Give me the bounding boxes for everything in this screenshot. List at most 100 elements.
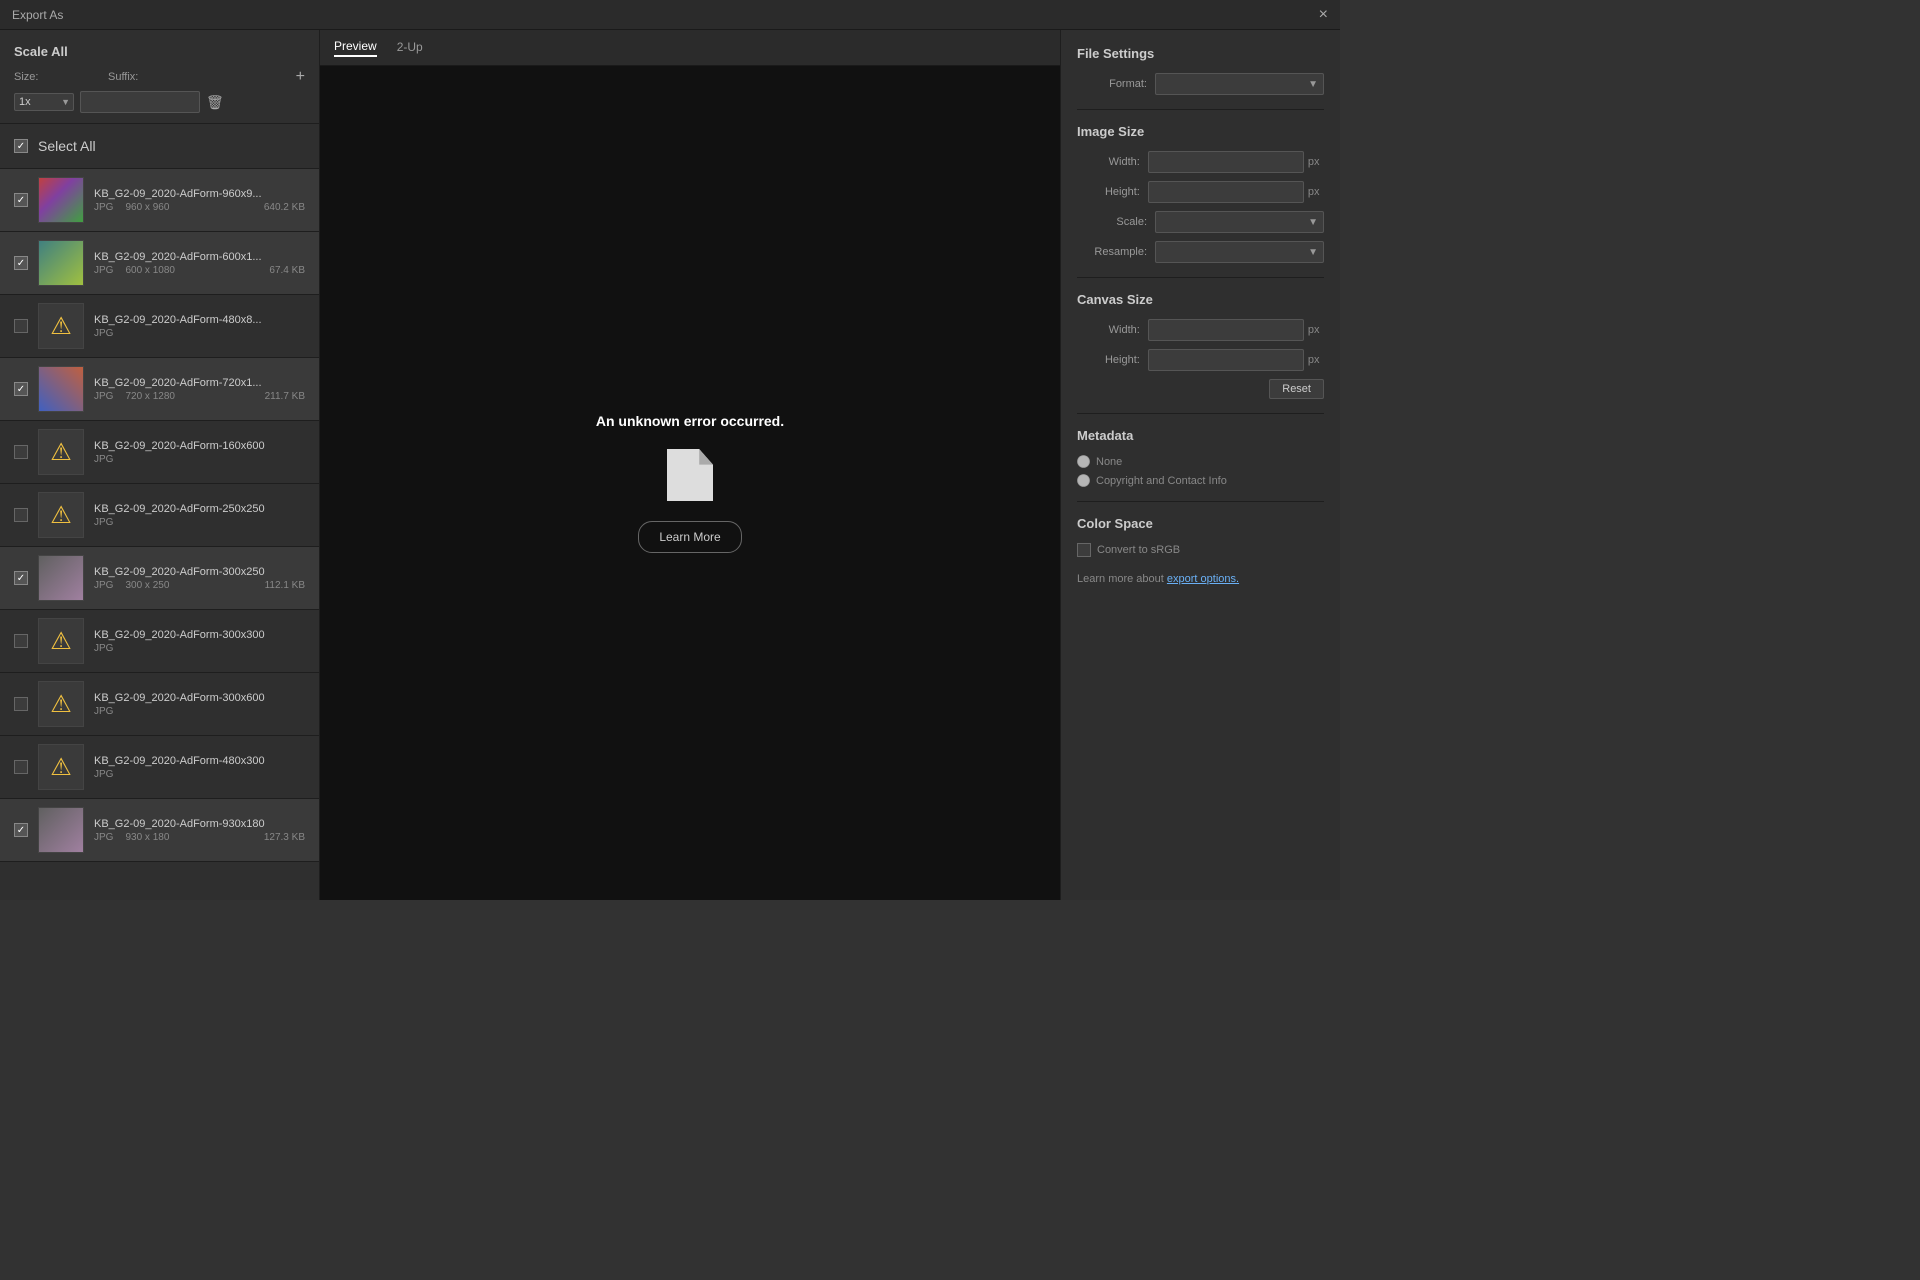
select-all-checkbox[interactable] [14, 139, 28, 153]
tab-2up[interactable]: 2-Up [397, 40, 423, 56]
metadata-title: Metadata [1077, 428, 1324, 443]
canvas-width-input[interactable] [1148, 319, 1304, 341]
item-list: KB_G2-09_2020-AdForm-960x9...JPG960 x 96… [0, 169, 319, 900]
item-checkbox[interactable] [14, 508, 28, 522]
size-label: Size: [14, 71, 42, 83]
select-all-row[interactable]: Select All [0, 124, 319, 169]
metadata-none-row[interactable]: None [1077, 455, 1324, 468]
thumbnail-image [39, 367, 83, 411]
export-options-link[interactable]: export options. [1167, 573, 1239, 585]
item-thumbnail: ⚠ [38, 492, 84, 538]
item-meta: JPG [94, 769, 305, 780]
list-item[interactable]: ⚠KB_G2-09_2020-AdForm-160x600JPG [0, 421, 319, 484]
list-item[interactable]: KB_G2-09_2020-AdForm-720x1...JPG720 x 12… [0, 358, 319, 421]
list-item[interactable]: KB_G2-09_2020-AdForm-930x180JPG930 x 180… [0, 799, 319, 862]
metadata-none-radio[interactable] [1077, 455, 1090, 468]
list-item[interactable]: ⚠KB_G2-09_2020-AdForm-480x8...JPG [0, 295, 319, 358]
item-type: JPG [94, 454, 113, 465]
item-name: KB_G2-09_2020-AdForm-300x300 [94, 629, 305, 641]
item-checkbox[interactable] [14, 571, 28, 585]
item-meta: JPG [94, 454, 305, 465]
trash-button[interactable]: 🗑 [206, 94, 224, 111]
format-label: Format: [1077, 78, 1147, 90]
item-checkbox[interactable] [14, 445, 28, 459]
metadata-copyright-row[interactable]: Copyright and Contact Info [1077, 474, 1324, 487]
canvas-height-input[interactable] [1148, 349, 1304, 371]
item-type: JPG [94, 265, 113, 276]
close-button[interactable]: × [1319, 7, 1328, 23]
list-item[interactable]: ⚠KB_G2-09_2020-AdForm-250x250JPG [0, 484, 319, 547]
item-meta: JPG960 x 960640.2 KB [94, 202, 305, 213]
preview-area: An unknown error occurred. Learn More [320, 66, 1060, 900]
list-item[interactable]: ⚠ KB_G2-09_2020-AdForm-300x300 JPG [0, 610, 319, 673]
item-thumbnail [38, 240, 84, 286]
list-item[interactable]: ⚠ KB_G2-09_2020-AdForm-300x600JPG [0, 673, 319, 736]
list-item[interactable]: KB_G2-09_2020-AdForm-600x1... JPG 600 x 10… [0, 232, 319, 295]
suffix-input[interactable] [80, 91, 200, 113]
right-panel: File Settings Format: ▼ Image Size Width… [1060, 30, 1340, 900]
color-space-title: Color Space [1077, 516, 1324, 531]
file-icon [667, 449, 713, 501]
add-button[interactable]: + [296, 69, 305, 85]
metadata-copyright-radio[interactable] [1077, 474, 1090, 487]
item-thumbnail: ⚠ [38, 303, 84, 349]
canvas-height-unit: px [1308, 354, 1324, 366]
scale-all-section: Scale All Size: Suffix: + 1x 0.5x 2x 3x … [0, 30, 319, 124]
item-checkbox[interactable] [14, 697, 28, 711]
convert-srgb-row[interactable]: Convert to sRGB [1077, 543, 1324, 557]
img-width-input[interactable] [1148, 151, 1304, 173]
convert-srgb-label: Convert to sRGB [1097, 544, 1180, 556]
learn-more-button[interactable]: Learn More [638, 521, 741, 553]
item-checkbox[interactable] [14, 256, 28, 270]
item-thumbnail: ⚠ [38, 618, 84, 664]
learn-more-prefix: Learn more about [1077, 573, 1164, 585]
tab-preview[interactable]: Preview [334, 39, 377, 57]
convert-srgb-checkbox[interactable] [1077, 543, 1091, 557]
item-name: KB_G2-09_2020-AdForm-160x600 [94, 440, 305, 452]
item-dims: 300 x 250 [125, 580, 169, 591]
select-all-label: Select All [38, 138, 96, 154]
resample-select[interactable] [1155, 241, 1324, 263]
item-meta: JPG [94, 643, 305, 654]
item-checkbox[interactable] [14, 193, 28, 207]
canvas-width-unit: px [1308, 324, 1324, 336]
item-info: KB_G2-09_2020-AdForm-960x9...JPG960 x 96… [94, 188, 305, 213]
item-checkbox[interactable] [14, 760, 28, 774]
scale-select[interactable] [1155, 211, 1324, 233]
item-thumbnail: ⚠ [38, 681, 84, 727]
item-type: JPG [94, 202, 113, 213]
item-type: JPG [94, 769, 113, 780]
list-item[interactable]: KB_G2-09_2020-AdForm-960x9...JPG960 x 96… [0, 169, 319, 232]
list-item[interactable]: ⚠KB_G2-09_2020-AdForm-480x300JPG [0, 736, 319, 799]
format-select[interactable] [1155, 73, 1324, 95]
item-thumbnail [38, 177, 84, 223]
size-select[interactable]: 1x 0.5x 2x 3x 4x [14, 93, 74, 111]
error-message: An unknown error occurred. [596, 413, 784, 429]
item-checkbox[interactable] [14, 823, 28, 837]
item-checkbox[interactable] [14, 382, 28, 396]
item-name: KB_G2-09_2020-AdForm-600x1... [94, 251, 305, 263]
img-resample-label: Resample: [1077, 246, 1147, 258]
divider-2 [1077, 277, 1324, 278]
img-scale-label: Scale: [1077, 216, 1147, 228]
item-checkbox[interactable] [14, 319, 28, 333]
item-name: KB_G2-09_2020-AdForm-720x1... [94, 377, 305, 389]
item-meta: JPG [94, 328, 305, 339]
item-type: JPG [94, 391, 113, 402]
img-height-input[interactable] [1148, 181, 1304, 203]
metadata-none-label: None [1096, 456, 1122, 468]
size-select-wrapper: 1x 0.5x 2x 3x 4x ▼ [14, 93, 74, 111]
reset-row: Reset [1077, 379, 1324, 399]
item-dims: 600 x 1080 [125, 265, 175, 276]
list-item[interactable]: KB_G2-09_2020-AdForm-300x250JPG300 x 250… [0, 547, 319, 610]
item-thumbnail [38, 555, 84, 601]
format-select-wrapper: ▼ [1155, 73, 1324, 95]
item-size: 127.3 KB [264, 832, 305, 843]
item-checkbox[interactable] [14, 634, 28, 648]
reset-button[interactable]: Reset [1269, 379, 1324, 399]
item-info: KB_G2-09_2020-AdForm-300x600JPG [94, 692, 305, 717]
scale-size-row: 1x 0.5x 2x 3x 4x ▼ 🗑 [14, 91, 305, 113]
canvas-height-label: Height: [1077, 354, 1140, 366]
divider-1 [1077, 109, 1324, 110]
thumbnail-image [39, 241, 83, 285]
